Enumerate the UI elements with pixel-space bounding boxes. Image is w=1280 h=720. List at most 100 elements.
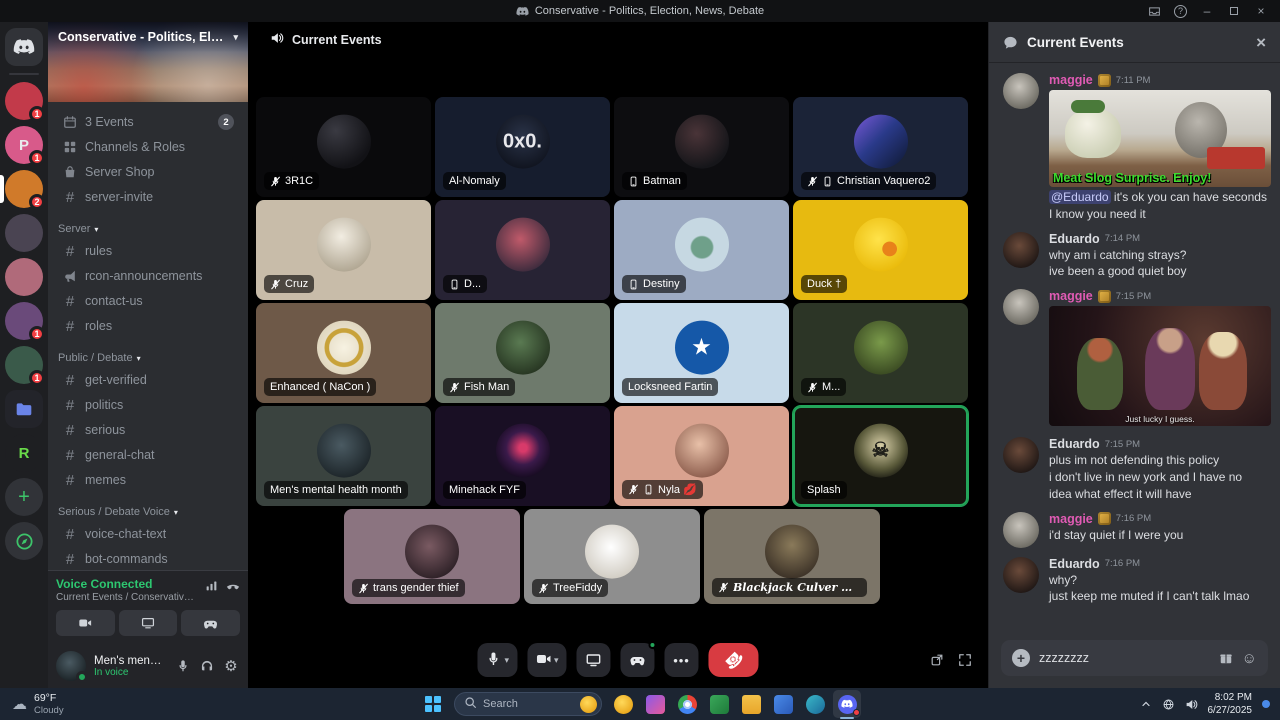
file-explorer-app[interactable]	[737, 690, 765, 718]
channel-channels-roles[interactable]: Channels & Roles	[56, 135, 240, 159]
channel-3-events[interactable]: 3 Events 2	[56, 110, 240, 134]
participant-tile[interactable]: 0x0. Al-Nomaly	[435, 97, 610, 197]
camera-button[interactable]	[56, 610, 115, 636]
participant-tile[interactable]: Fish Man	[435, 303, 610, 403]
channel-serious[interactable]: # serious	[56, 418, 240, 442]
search-input[interactable]: Search	[454, 692, 602, 716]
participant-tile[interactable]: trans gender thief	[344, 509, 520, 604]
participant-tile[interactable]: Duck †	[793, 200, 968, 300]
message-image[interactable]: Just lucky I guess.	[1049, 306, 1271, 427]
activities-button[interactable]	[181, 610, 241, 636]
inbox-icon[interactable]	[1147, 4, 1161, 18]
minimize-button[interactable]: –	[1200, 4, 1214, 18]
channel-general-chat[interactable]: # general-chat	[56, 443, 240, 467]
volume-icon[interactable]	[1185, 698, 1198, 711]
message-author[interactable]: Eduardo	[1049, 557, 1100, 571]
participant-tile[interactable]: Men's mental health month	[256, 406, 431, 506]
participant-tile[interactable]: Destiny	[614, 200, 789, 300]
participant-tile[interactable]: M...	[793, 303, 968, 403]
message-author[interactable]: maggie	[1049, 512, 1093, 526]
category-serious-debate-voice[interactable]: Serious / Debate Voice ▾	[56, 502, 240, 522]
duck-app[interactable]	[609, 690, 637, 718]
participant-tile[interactable]: Christian Vaquero2	[793, 97, 968, 197]
channel-rules[interactable]: # rules	[56, 239, 240, 263]
disconnect-call-icon[interactable]	[226, 579, 240, 596]
popout-icon[interactable]	[930, 653, 944, 670]
mute-mic-button[interactable]	[172, 653, 194, 679]
discord-app[interactable]	[833, 690, 861, 718]
chevron-down-icon[interactable]: ▾	[554, 655, 559, 666]
category-public-debate[interactable]: Public / Debate ▾	[56, 348, 240, 368]
message-avatar[interactable]	[1003, 556, 1039, 593]
server-7[interactable]: 1	[0, 346, 48, 386]
close-button[interactable]: ×	[1254, 4, 1268, 18]
maximize-button[interactable]	[1227, 4, 1241, 18]
tray-chevron-up-icon[interactable]	[1140, 698, 1152, 710]
participant-tile[interactable]: Cruz	[256, 200, 431, 300]
message-avatar[interactable]	[1003, 73, 1039, 109]
channel-get-verified[interactable]: # get-verified	[56, 368, 240, 392]
message-input[interactable]	[1039, 651, 1210, 665]
user-info[interactable]: Men's mental health month In voice	[94, 655, 164, 678]
channel-politics[interactable]: # politics	[56, 393, 240, 417]
server-5[interactable]	[0, 258, 48, 296]
photos-app[interactable]	[641, 690, 669, 718]
participant-tile[interactable]: Enhanced ( NaCon )	[256, 303, 431, 403]
message-avatar[interactable]	[1003, 437, 1039, 474]
channel-roles[interactable]: # roles	[56, 314, 240, 338]
channel-bot-commands[interactable]: # bot-commands	[56, 547, 240, 570]
server-folder[interactable]	[0, 390, 48, 428]
channel-voice-chat-text[interactable]: # voice-chat-text	[56, 522, 240, 546]
participant-tile[interactable]: 3R1C	[256, 97, 431, 197]
server-2[interactable]: P1	[0, 126, 48, 166]
server-6[interactable]: 1	[0, 302, 48, 342]
start-button[interactable]	[419, 690, 447, 718]
discord-home[interactable]	[0, 28, 48, 66]
add-server[interactable]: +	[0, 478, 48, 516]
gift-icon[interactable]	[1219, 651, 1233, 665]
message-author[interactable]: maggie	[1049, 73, 1093, 87]
explore-servers[interactable]	[0, 522, 48, 560]
participant-tile[interactable]: Minehack FYF	[435, 406, 610, 506]
attach-plus-icon[interactable]: +	[1012, 649, 1030, 667]
user-mention[interactable]: @Eduardo	[1049, 190, 1111, 204]
disconnect-button[interactable]: ☎	[708, 643, 759, 677]
deafen-button[interactable]	[196, 653, 218, 679]
fullscreen-icon[interactable]	[958, 653, 972, 670]
teal-app[interactable]	[801, 690, 829, 718]
activities-button[interactable]	[620, 641, 657, 677]
voice-channel-location[interactable]: Current Events / Conservative - Politics…	[56, 592, 196, 603]
screen-share-button[interactable]	[576, 643, 611, 677]
message-author[interactable]: Eduardo	[1049, 437, 1100, 451]
blue-app[interactable]	[769, 690, 797, 718]
weather-widget[interactable]: ☁ 69°F Cloudy	[0, 688, 76, 720]
emoji-icon[interactable]: ☺	[1242, 650, 1257, 667]
category-server[interactable]: Server ▾	[56, 219, 240, 239]
message-author[interactable]: Eduardo	[1049, 232, 1100, 246]
server-1[interactable]: 1	[0, 82, 48, 122]
channel-rcon-announcements[interactable]: rcon-announcements	[56, 264, 240, 288]
message-avatar[interactable]	[1003, 231, 1039, 268]
participant-tile[interactable]: Blackjack Culver Bollaire™	[704, 509, 880, 604]
server-4[interactable]	[0, 214, 48, 252]
server-conservative[interactable]: 2	[0, 170, 48, 210]
help-icon[interactable]: ?	[1174, 4, 1187, 18]
message-avatar[interactable]	[1003, 511, 1039, 548]
channel-server-invite[interactable]: # server-invite	[56, 185, 240, 209]
message-input-bar[interactable]: + ☺	[1001, 640, 1268, 676]
server-r[interactable]: R	[0, 434, 48, 472]
message-image[interactable]: Meat Slog Surprise. Enjoy!	[1049, 90, 1271, 187]
network-icon[interactable]	[1162, 698, 1175, 711]
channel-memes[interactable]: # memes	[56, 468, 240, 492]
screen-share-button[interactable]	[118, 610, 178, 636]
participant-tile[interactable]: TreeFiddy	[524, 509, 700, 604]
server-header[interactable]: Conservative - Politics, Electi... ▾	[48, 22, 248, 52]
participant-tile[interactable]: Batman	[614, 97, 789, 197]
close-chat-icon[interactable]: ×	[1256, 34, 1266, 51]
notification-dot[interactable]	[1262, 700, 1270, 708]
settings-gear-icon[interactable]: ⚙	[220, 653, 242, 679]
participant-tile[interactable]: ★ Locksneed Fartin	[614, 303, 789, 403]
taskbar-clock[interactable]: 8:02 PM 6/27/2025	[1208, 691, 1253, 717]
more-options-button[interactable]: •••	[664, 643, 699, 677]
chevron-down-icon[interactable]: ▾	[504, 655, 509, 666]
